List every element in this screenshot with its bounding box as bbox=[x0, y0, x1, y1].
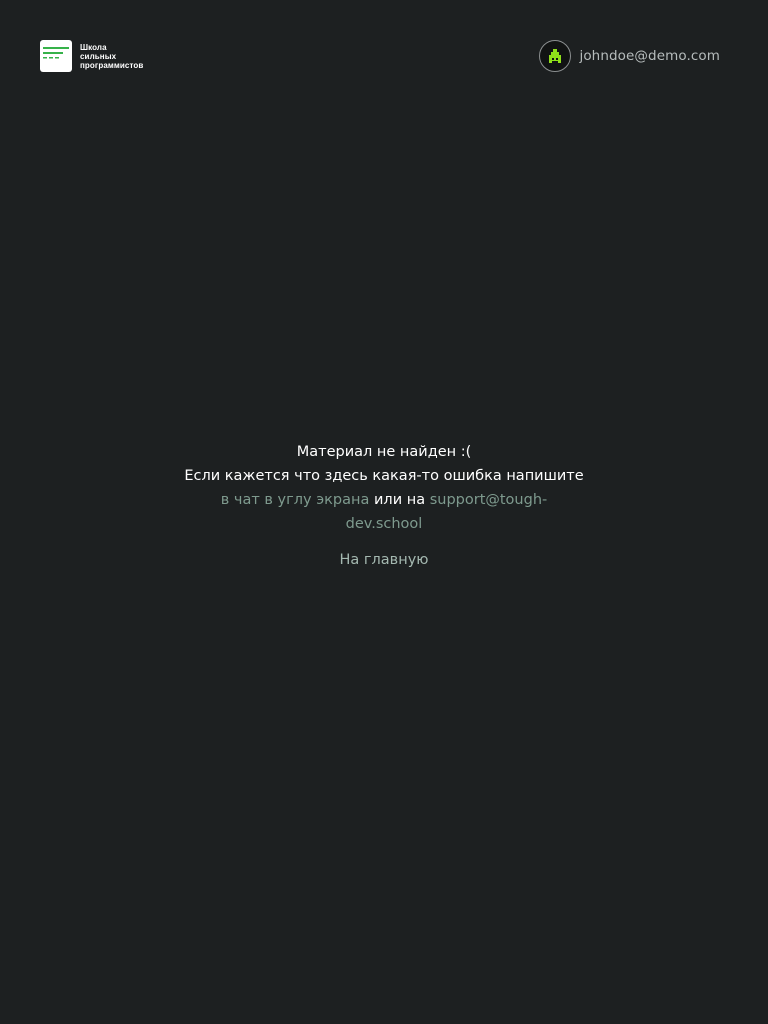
contact-line: в чат в углу экрана или на support@tough… bbox=[184, 488, 584, 536]
avatar[interactable] bbox=[539, 40, 572, 72]
not-found-description: Если кажется что здесь какая-то ошибка н… bbox=[184, 468, 584, 484]
support-email-part2: dev.school bbox=[345, 516, 423, 532]
chat-link[interactable]: в чат в углу экрана bbox=[221, 492, 370, 508]
logo-icon bbox=[40, 40, 72, 72]
home-link[interactable]: На главную bbox=[340, 548, 429, 572]
not-found-page: Школа сильных программистов johndoe@demo… bbox=[0, 0, 768, 1024]
logo-link[interactable]: Школа сильных программистов bbox=[40, 40, 143, 72]
contact-connector: или на bbox=[374, 492, 426, 508]
logo-text-line3: программистов bbox=[80, 60, 144, 70]
logo-text: Школа сильных программистов bbox=[80, 43, 143, 70]
not-found-title: Материал не найден :( bbox=[296, 444, 472, 460]
pixel-rocket-icon bbox=[549, 49, 562, 63]
logo-text-line1: Школа bbox=[80, 42, 107, 52]
logo-text-line2: сильных bbox=[80, 51, 117, 61]
user-email[interactable]: johndoe@demo.com bbox=[579, 48, 720, 64]
user-menu[interactable]: johndoe@demo.com bbox=[539, 40, 720, 72]
support-email-part1: support@tough- bbox=[429, 492, 548, 508]
not-found-message: Материал не найден :( Если кажется что з… bbox=[184, 440, 584, 572]
